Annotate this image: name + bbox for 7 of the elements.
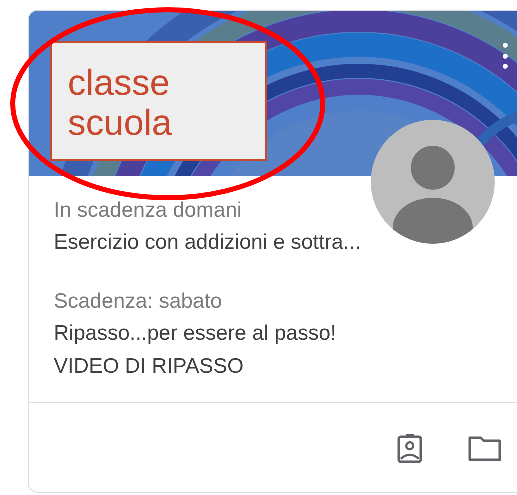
more-options-icon[interactable] — [501, 43, 509, 69]
due-date-text: Scadenza: sabato — [54, 291, 222, 313]
due-date-text: In scadenza domani — [54, 200, 242, 222]
assignment-link[interactable]: Ripasso...per essere al passo! — [54, 323, 336, 345]
class-name-label: classe scuola — [50, 41, 267, 161]
attachment-link[interactable]: VIDEO DI RIPASSO — [54, 356, 244, 378]
assignment-link[interactable]: Esercizio con addizioni e sottra... — [54, 232, 361, 254]
